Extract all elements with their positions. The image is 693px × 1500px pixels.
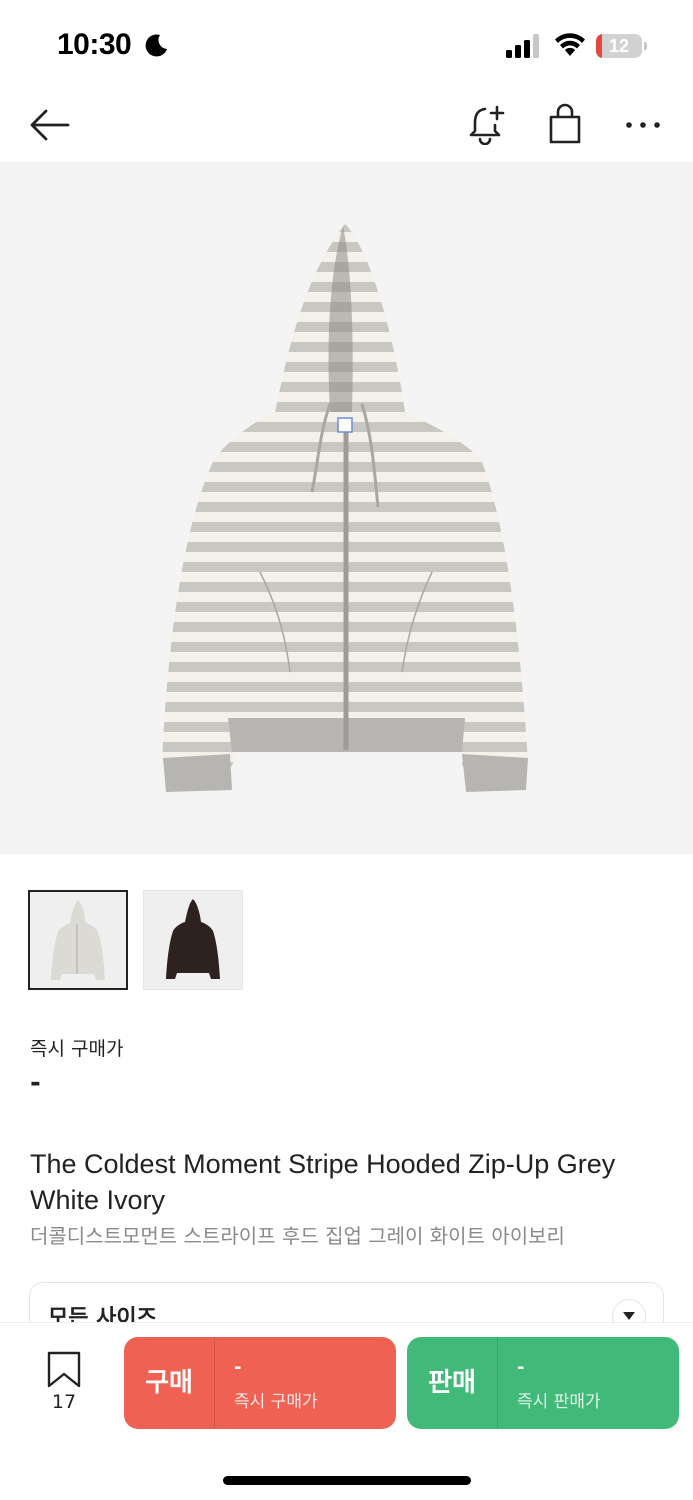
buy-button-sub: 즉시 구매가 [234, 1392, 318, 1412]
buy-button-price: - [234, 1357, 242, 1378]
cellular-signal-icon [506, 34, 539, 58]
bottom-action-bar: 17 구매 - 즉시 구매가 판매 - 즉시 판매가 [0, 1322, 693, 1500]
moon-icon [145, 34, 167, 57]
instant-buy-price-value: - [30, 1068, 41, 1098]
sell-button[interactable]: 판매 - 즉시 판매가 [407, 1337, 679, 1429]
sell-button-label: 판매 [428, 1368, 476, 1398]
bell-plus-icon [469, 105, 505, 145]
buy-button-label: 구매 [145, 1368, 193, 1398]
shopping-bag-icon [549, 103, 581, 144]
hoodie-illustration [162, 224, 528, 792]
more-options-button[interactable] [618, 100, 668, 150]
back-button[interactable] [24, 100, 74, 150]
battery-level: 12 [608, 36, 630, 56]
product-title-ko: 더콜디스트모먼트 스트라이프 후드 집업 그레이 화이트 아이보리 [30, 1224, 565, 1248]
wishlist-button[interactable]: 17 [40, 1351, 88, 1413]
status-time: 10:30 [57, 28, 132, 61]
instant-buy-price-label: 즉시 구매가 [30, 1038, 124, 1060]
thumbnail-image [51, 900, 105, 980]
top-navigation [0, 90, 693, 162]
arrow-left-icon [30, 109, 70, 141]
buy-button[interactable]: 구매 - 즉시 구매가 [124, 1337, 396, 1429]
home-indicator[interactable] [223, 1476, 471, 1485]
battery-indicator: 12 [596, 34, 648, 58]
status-bar: 10:30 12 [0, 0, 693, 90]
thumbnail-grey-white-ivory[interactable] [28, 890, 128, 990]
product-image[interactable] [0, 162, 693, 854]
wishlist-count: 17 [51, 1391, 77, 1413]
product-title-en: The Coldest Moment Stripe Hooded Zip-Up … [30, 1149, 616, 1215]
bookmark-icon [47, 1351, 81, 1388]
wifi-icon [555, 33, 585, 56]
sell-button-sub: 즉시 판매가 [517, 1392, 601, 1412]
shopping-bag-button[interactable] [540, 98, 590, 150]
thumbnail-black[interactable] [143, 890, 243, 990]
price-alert-button[interactable] [462, 98, 512, 150]
more-horizontal-icon [626, 122, 660, 128]
thumbnail-image [166, 899, 220, 979]
sell-button-price: - [517, 1357, 525, 1378]
